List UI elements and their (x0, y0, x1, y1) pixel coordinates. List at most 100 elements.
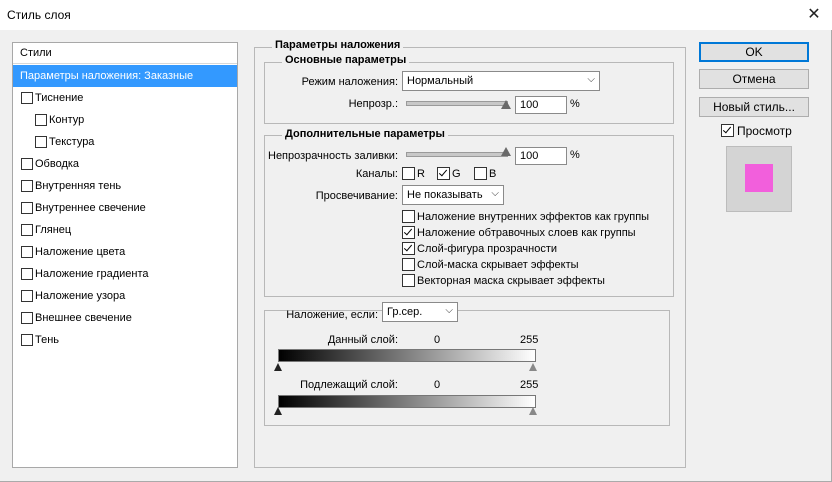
underlying-white-marker[interactable] (529, 407, 537, 415)
style-item-label: Наложение узора (35, 290, 126, 302)
channels-label: Каналы: (355, 168, 398, 180)
style-item[interactable]: Внутреннее свечение (13, 197, 237, 219)
style-checkbox[interactable] (21, 268, 33, 280)
style-item-label: Наложение цвета (35, 246, 126, 258)
style-checkbox[interactable] (21, 202, 33, 214)
style-checkbox[interactable] (35, 114, 47, 126)
blend-mode-label: Режим наложения: (301, 76, 398, 88)
blend-if-select[interactable]: Гр.сер. ⌵ (382, 302, 458, 322)
style-item[interactable]: Наложение цвета (13, 241, 237, 263)
chevron-down-icon: ⌵ (587, 74, 595, 85)
style-checkbox[interactable] (21, 312, 33, 324)
style-item[interactable]: Параметры наложения: Заказные (13, 65, 237, 87)
fill-opacity-label: Непрозрачность заливки: (268, 150, 398, 162)
style-checkbox[interactable] (21, 290, 33, 302)
chevron-down-icon: ⌵ (445, 305, 453, 316)
this-layer-black-marker[interactable] (274, 363, 282, 371)
this-layer-max: 255 (520, 334, 539, 346)
styles-header-label: Стили (20, 47, 52, 59)
blend-mode-select[interactable]: Нормальный ⌵ (402, 71, 600, 91)
option-checkbox[interactable] (402, 258, 415, 271)
style-item-label: Тиснение (35, 92, 84, 104)
option-label: Слой-маска скрывает эффекты (417, 259, 579, 271)
style-item-label: Внешнее свечение (35, 312, 132, 324)
style-item[interactable]: Внутренняя тень (13, 175, 237, 197)
option-checkbox[interactable] (402, 226, 415, 239)
style-item-label: Параметры наложения: Заказные (20, 70, 194, 82)
option-checkbox[interactable] (402, 210, 415, 223)
style-item[interactable]: Тиснение (13, 87, 237, 109)
preview-thumbnail (726, 146, 792, 212)
style-checkbox[interactable] (35, 136, 47, 148)
cancel-button[interactable]: Отмена (699, 69, 809, 89)
style-item-label: Контур (49, 114, 85, 126)
style-checkbox[interactable] (21, 224, 33, 236)
style-item-label: Внутреннее свечение (35, 202, 146, 214)
channel-checkbox[interactable] (437, 167, 450, 180)
fill-opacity-input[interactable]: 100 (515, 147, 567, 165)
fill-opacity-slider-handle[interactable] (501, 147, 511, 156)
opacity-input[interactable]: 100 (515, 96, 567, 114)
style-item-label: Глянец (35, 224, 72, 236)
option-checkbox[interactable] (402, 242, 415, 255)
window-title: Стиль слоя (7, 8, 71, 22)
style-item-label: Текстура (49, 136, 95, 148)
channel-label: R (417, 168, 425, 180)
opacity-slider[interactable] (406, 101, 508, 106)
option-label: Наложение обтравочных слоев как группы (417, 227, 636, 239)
knockout-select[interactable]: Не показывать ⌵ (402, 185, 504, 205)
this-layer-gradient (278, 349, 536, 362)
styles-list: Стили Параметры наложения: Заказные Тисне… (12, 42, 238, 468)
underlying-label: Подлежащий слой: (300, 379, 398, 391)
style-item[interactable]: Наложение градиента (13, 263, 237, 285)
ok-button[interactable]: OK (699, 42, 809, 62)
this-layer-min: 0 (434, 334, 441, 346)
knockout-label: Просвечивание: (315, 190, 398, 202)
this-layer-label: Данный слой: (327, 334, 398, 346)
blend-mode-value: Нормальный (407, 75, 474, 87)
preview-checkbox[interactable] (721, 124, 734, 137)
close-icon[interactable]: ✕ (804, 5, 824, 25)
style-checkbox[interactable] (21, 246, 33, 258)
channel-label: B (489, 168, 497, 180)
style-item-label: Наложение градиента (35, 268, 149, 280)
this-layer-white-marker[interactable] (529, 363, 537, 371)
style-item-label: Тень (35, 334, 60, 346)
blend-if-label: Наложение, если: (286, 309, 378, 321)
style-item[interactable]: Наложение узора (13, 285, 237, 307)
title-bar (0, 0, 832, 30)
new-style-button[interactable]: Новый стиль... (699, 97, 809, 117)
channel-checkbox[interactable] (402, 167, 415, 180)
style-checkbox[interactable] (21, 158, 33, 170)
underlying-max: 255 (520, 379, 539, 391)
underlying-min: 0 (434, 379, 441, 391)
option-label: Векторная маска скрывает эффекты (417, 275, 605, 287)
general-legend: Основные параметры (282, 54, 410, 66)
underlying-black-marker[interactable] (274, 407, 282, 415)
style-item[interactable]: Тень (13, 329, 237, 351)
option-checkbox[interactable] (402, 274, 415, 287)
style-checkbox[interactable] (21, 180, 33, 192)
fill-opacity-unit: % (570, 149, 580, 161)
style-item[interactable]: Текстура (13, 131, 237, 153)
blend-if-value: Гр.сер. (387, 306, 423, 318)
style-item[interactable]: Глянец (13, 219, 237, 241)
blend-if-group (264, 310, 670, 426)
style-item[interactable]: Внешнее свечение (13, 307, 237, 329)
style-checkbox[interactable] (21, 334, 33, 346)
style-item[interactable]: Обводка (13, 153, 237, 175)
styles-list-header[interactable]: Стили (13, 43, 237, 64)
opacity-input-value: 100 (520, 99, 539, 111)
channel-checkbox[interactable] (474, 167, 487, 180)
channel-label: G (452, 168, 461, 180)
opacity-slider-handle[interactable] (501, 100, 511, 109)
option-label: Наложение внутренних эффектов как группы (417, 211, 650, 223)
style-checkbox[interactable] (21, 92, 33, 104)
style-item[interactable]: Контур (13, 109, 237, 131)
fill-opacity-input-value: 100 (520, 150, 539, 162)
underlying-gradient (278, 395, 536, 408)
style-item-label: Обводка (35, 158, 80, 170)
style-item-label: Внутренняя тень (35, 180, 122, 192)
preview-label: Просмотр (737, 124, 792, 138)
fill-opacity-slider[interactable] (406, 152, 508, 157)
